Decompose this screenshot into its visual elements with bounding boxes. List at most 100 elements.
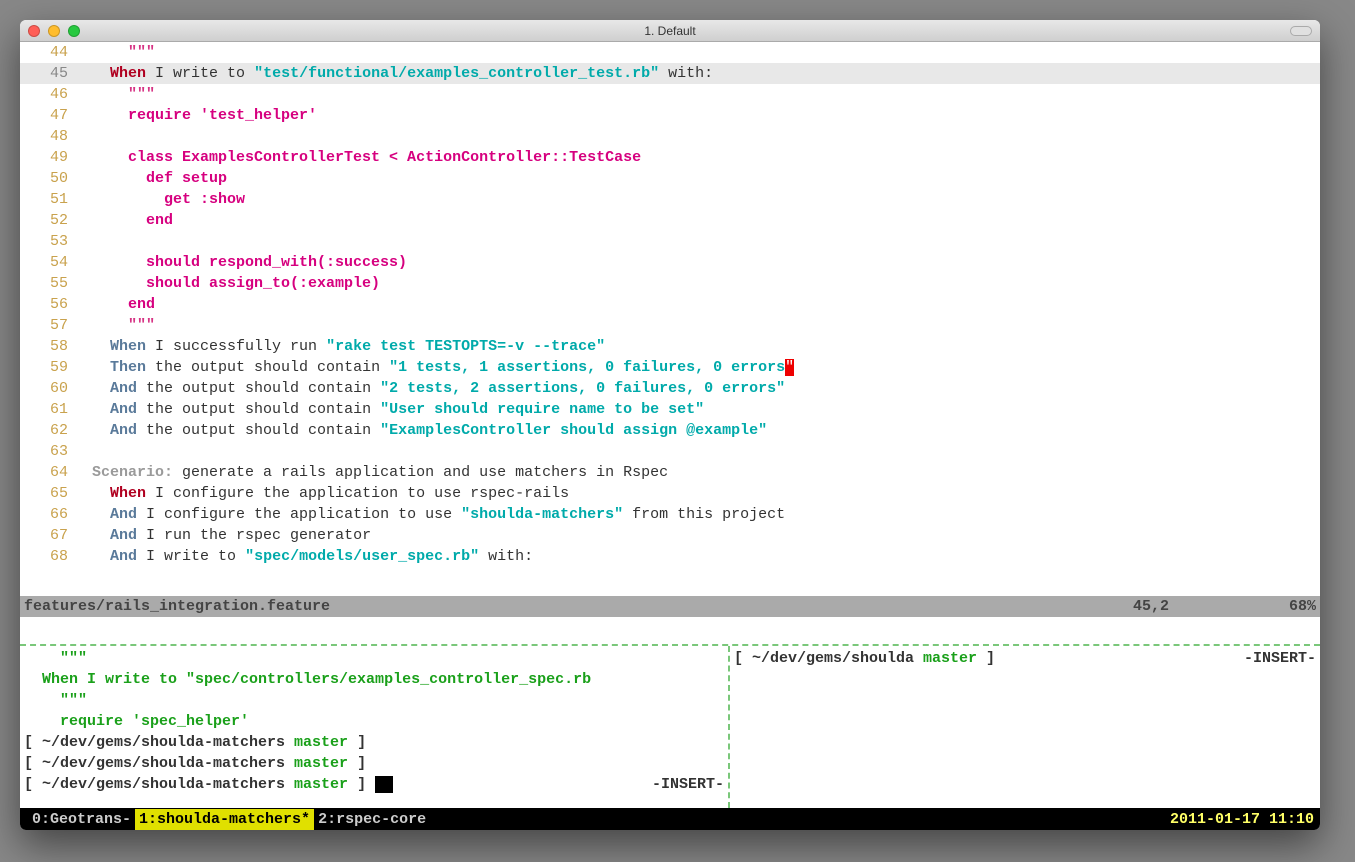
line-number: 67 [20, 525, 74, 546]
mode-indicator: -INSERT- [1244, 648, 1316, 669]
output-line: require 'spec_helper' [24, 711, 724, 732]
code-content: And the output should contain "User shou… [74, 399, 1320, 420]
line-number: 47 [20, 105, 74, 126]
mode-indicator: -INSERT- [652, 774, 724, 795]
code-content: get :show [74, 189, 1320, 210]
code-content: And the output should contain "ExamplesC… [74, 420, 1320, 441]
line-number: 63 [20, 441, 74, 462]
status-position: 45,2 [1133, 596, 1289, 617]
line-number: 60 [20, 378, 74, 399]
terminal-content[interactable]: 44 """45 When I write to "test/functiona… [20, 42, 1320, 830]
code-content: should respond_with(:success) [74, 252, 1320, 273]
pane-right[interactable]: [ ~/dev/gems/shoulda master ]-INSERT- [730, 646, 1320, 808]
code-line[interactable]: 44 """ [20, 42, 1320, 63]
code-line[interactable]: 54 should respond_with(:success) [20, 252, 1320, 273]
pane-left[interactable]: """ When I write to "spec/controllers/ex… [20, 646, 730, 808]
window-title: 1. Default [644, 24, 695, 38]
output-line: """ [24, 648, 724, 669]
line-number: 66 [20, 504, 74, 525]
editor-pane[interactable]: 44 """45 When I write to "test/functiona… [20, 42, 1320, 596]
code-line[interactable]: 59 Then the output should contain "1 tes… [20, 357, 1320, 378]
shell-prompt[interactable]: [ ~/dev/gems/shoulda-matchers master ] [24, 753, 724, 774]
code-line[interactable]: 64 Scenario: generate a rails applicatio… [20, 462, 1320, 483]
tmux-statusbar: 0:Geotrans-1:shoulda-matchers*2:rspec-co… [20, 808, 1320, 830]
code-content [74, 126, 1320, 147]
command-line[interactable] [20, 617, 1320, 638]
line-number: 62 [20, 420, 74, 441]
code-content: class ExamplesControllerTest < ActionCon… [74, 147, 1320, 168]
code-line[interactable]: 53 [20, 231, 1320, 252]
close-icon[interactable] [28, 25, 40, 37]
traffic-lights [20, 25, 80, 37]
code-line[interactable]: 61 And the output should contain "User s… [20, 399, 1320, 420]
terminal-window: 1. Default 44 """45 When I write to "tes… [20, 20, 1320, 830]
code-line[interactable]: 50 def setup [20, 168, 1320, 189]
code-line[interactable]: 62 And the output should contain "Exampl… [20, 420, 1320, 441]
code-line[interactable]: 45 When I write to "test/functional/exam… [20, 63, 1320, 84]
titlebar[interactable]: 1. Default [20, 20, 1320, 42]
code-content: And I write to "spec/models/user_spec.rb… [74, 546, 1320, 567]
shell-prompt[interactable]: [ ~/dev/gems/shoulda master ]-INSERT- [734, 648, 1316, 669]
code-line[interactable]: 46 """ [20, 84, 1320, 105]
code-line[interactable]: 58 When I successfully run "rake test TE… [20, 336, 1320, 357]
toolbar-pill-icon[interactable] [1290, 26, 1312, 36]
tmux-clock: 2011-01-17 11:10 [1170, 809, 1320, 830]
code-content: When I configure the application to use … [74, 483, 1320, 504]
code-content: end [74, 210, 1320, 231]
cursor-icon [375, 776, 393, 793]
tmux-tabs: 0:Geotrans-1:shoulda-matchers*2:rspec-co… [20, 809, 430, 830]
code-line[interactable]: 48 [20, 126, 1320, 147]
minimize-icon[interactable] [48, 25, 60, 37]
code-content: And I configure the application to use "… [74, 504, 1320, 525]
code-line[interactable]: 49 class ExamplesControllerTest < Action… [20, 147, 1320, 168]
line-number: 45 [20, 63, 74, 84]
line-number: 58 [20, 336, 74, 357]
vim-statusline: features/rails_integration.feature 45,2 … [20, 596, 1320, 617]
shell-prompt[interactable]: [ ~/dev/gems/shoulda-matchers master ] -… [24, 774, 724, 795]
status-percent: 68% [1289, 596, 1316, 617]
code-line[interactable]: 55 should assign_to(:example) [20, 273, 1320, 294]
code-line[interactable]: 65 When I configure the application to u… [20, 483, 1320, 504]
line-number: 48 [20, 126, 74, 147]
code-content: def setup [74, 168, 1320, 189]
line-number: 56 [20, 294, 74, 315]
line-number: 57 [20, 315, 74, 336]
code-content: """ [74, 84, 1320, 105]
tmux-tab[interactable]: 0:Geotrans- [28, 809, 135, 830]
line-number: 53 [20, 231, 74, 252]
code-line[interactable]: 63 [20, 441, 1320, 462]
line-number: 50 [20, 168, 74, 189]
maximize-icon[interactable] [68, 25, 80, 37]
status-filename: features/rails_integration.feature [24, 596, 1133, 617]
code-line[interactable]: 56 end [20, 294, 1320, 315]
code-content: """ [74, 42, 1320, 63]
lower-split: """ When I write to "spec/controllers/ex… [20, 646, 1320, 808]
output-line: """ [24, 690, 724, 711]
code-content: """ [74, 315, 1320, 336]
line-number: 51 [20, 189, 74, 210]
code-content: require 'test_helper' [74, 105, 1320, 126]
code-line[interactable]: 68 And I write to "spec/models/user_spec… [20, 546, 1320, 567]
line-number: 64 [20, 462, 74, 483]
line-number: 54 [20, 252, 74, 273]
line-number: 46 [20, 84, 74, 105]
code-content: And I run the rspec generator [74, 525, 1320, 546]
line-number: 68 [20, 546, 74, 567]
tmux-tab[interactable]: 2:rspec-core [314, 809, 430, 830]
code-line[interactable]: 67 And I run the rspec generator [20, 525, 1320, 546]
code-line[interactable]: 60 And the output should contain "2 test… [20, 378, 1320, 399]
code-line[interactable]: 52 end [20, 210, 1320, 231]
line-number: 61 [20, 399, 74, 420]
line-number: 52 [20, 210, 74, 231]
code-line[interactable]: 47 require 'test_helper' [20, 105, 1320, 126]
line-number: 55 [20, 273, 74, 294]
shell-prompt[interactable]: [ ~/dev/gems/shoulda-matchers master ] [24, 732, 724, 753]
code-line[interactable]: 51 get :show [20, 189, 1320, 210]
code-content [74, 231, 1320, 252]
code-content: Then the output should contain "1 tests,… [74, 357, 1320, 378]
code-content: When I successfully run "rake test TESTO… [74, 336, 1320, 357]
code-line[interactable]: 57 """ [20, 315, 1320, 336]
code-line[interactable]: 66 And I configure the application to us… [20, 504, 1320, 525]
code-content: And the output should contain "2 tests, … [74, 378, 1320, 399]
tmux-tab[interactable]: 1:shoulda-matchers* [135, 809, 314, 830]
